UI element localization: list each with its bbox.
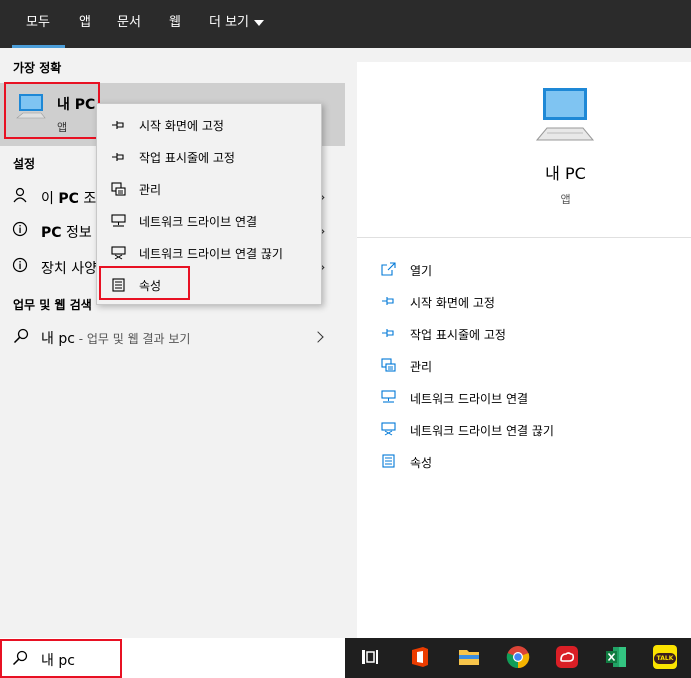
context-menu-item-disconnect-drive[interactable]: 네트워크 드라이브 연결 끊기 (97, 237, 321, 269)
search-icon (13, 328, 29, 344)
file-explorer-icon[interactable] (457, 645, 481, 669)
web-search-header: 업무 및 웹 검색 (13, 298, 92, 312)
settings-item-bold: PC (41, 225, 62, 241)
action-open[interactable]: 열기 (357, 255, 691, 285)
kakaotalk-label: TALK (653, 653, 677, 664)
creative-cloud-icon[interactable] (555, 645, 579, 669)
action-label: 시작 화면에 고정 (410, 296, 495, 310)
action-disconnect-drive[interactable]: 네트워크 드라이브 연결 끊기 (357, 415, 691, 445)
detail-title: 내 PC (545, 164, 586, 183)
settings-item-bold: PC (58, 191, 79, 207)
tab-more[interactable]: 더 보기 (209, 0, 265, 48)
kakaotalk-icon[interactable]: TALK (653, 645, 677, 669)
manage-icon (111, 182, 126, 196)
network-drive-disconnect-icon (111, 246, 126, 260)
search-filter-bar: 모두 앱 문서 웹 더 보기 (0, 0, 691, 48)
manage-icon (381, 358, 396, 372)
action-label: 속성 (410, 456, 433, 470)
context-menu-item-manage[interactable]: 관리 (97, 173, 321, 205)
context-menu-item-pin-taskbar[interactable]: 작업 표시줄에 고정 (97, 141, 321, 173)
web-search-suffix: - 업무 및 웹 결과 보기 (74, 332, 191, 346)
action-label: 네트워크 드라이브 연결 끊기 (410, 424, 554, 438)
context-menu-label: 작업 표시줄에 고정 (139, 151, 235, 165)
action-manage[interactable]: 관리 (357, 351, 691, 381)
properties-icon (382, 454, 395, 468)
settings-header: 설정 (13, 157, 36, 171)
network-drive-icon (381, 390, 396, 403)
context-menu-label: 네트워크 드라이브 연결 (139, 215, 258, 229)
best-match-title: 내 PC (57, 97, 96, 113)
action-label: 관리 (410, 360, 433, 374)
computer-icon (535, 88, 595, 141)
settings-item-text: 정보 (61, 225, 92, 241)
office-icon[interactable] (408, 645, 432, 669)
best-match-subtitle: 앱 (57, 121, 68, 134)
chevron-down-icon (254, 19, 265, 26)
web-search-item[interactable]: 내 pc - 업무 및 웹 결과 보기 (0, 322, 345, 352)
detail-subtitle: 앱 (560, 193, 571, 206)
action-label: 열기 (410, 264, 433, 278)
detail-divider (357, 237, 691, 238)
excel-icon[interactable] (604, 645, 628, 669)
pin-icon (112, 153, 124, 161)
tab-all[interactable]: 모두 (26, 0, 50, 48)
info-icon (12, 221, 28, 237)
task-view-icon[interactable] (357, 645, 381, 669)
network-drive-disconnect-icon (381, 422, 396, 436)
settings-item-text: 장치 사양 (41, 261, 97, 277)
settings-item-prefix: 이 (41, 191, 59, 207)
context-menu-item-pin-start[interactable]: 시작 화면에 고정 (97, 109, 321, 141)
tab-documents[interactable]: 문서 (117, 0, 141, 48)
pin-icon (112, 121, 124, 129)
action-label: 네트워크 드라이브 연결 (410, 392, 529, 406)
tab-web[interactable]: 웹 (169, 0, 181, 48)
context-menu-label: 네트워크 드라이브 연결 끊기 (139, 247, 283, 261)
network-drive-icon (111, 214, 126, 227)
action-label: 작업 표시줄에 고정 (410, 328, 506, 342)
action-pin-start[interactable]: 시작 화면에 고정 (357, 287, 691, 317)
context-menu-item-map-drive[interactable]: 네트워크 드라이브 연결 (97, 205, 321, 237)
chevron-right-icon (312, 331, 324, 343)
tab-more-label: 더 보기 (209, 15, 250, 30)
settings-item-text: 조 (78, 191, 97, 207)
best-match-header: 가장 정확 (13, 61, 62, 75)
web-search-query: 내 pc (41, 331, 75, 347)
chrome-icon[interactable] (506, 645, 530, 669)
action-map-drive[interactable]: 네트워크 드라이브 연결 (357, 383, 691, 413)
context-menu-label: 시작 화면에 고정 (139, 119, 224, 133)
open-icon (381, 262, 396, 276)
properties-highlight (99, 266, 190, 300)
context-menu-label: 관리 (139, 183, 162, 197)
action-properties[interactable]: 속성 (357, 447, 691, 477)
info-icon (12, 257, 28, 273)
user-icon (13, 187, 27, 203)
action-pin-taskbar[interactable]: 작업 표시줄에 고정 (357, 319, 691, 349)
pin-icon (382, 329, 394, 337)
computer-icon (16, 94, 46, 119)
tab-apps[interactable]: 앱 (79, 0, 91, 48)
search-highlight (0, 639, 122, 678)
detail-panel: 내 PC 앱 열기 시작 화면에 고정 작업 표시줄에 고정 관리 네트워크 드… (357, 62, 691, 638)
pin-icon (382, 297, 394, 305)
